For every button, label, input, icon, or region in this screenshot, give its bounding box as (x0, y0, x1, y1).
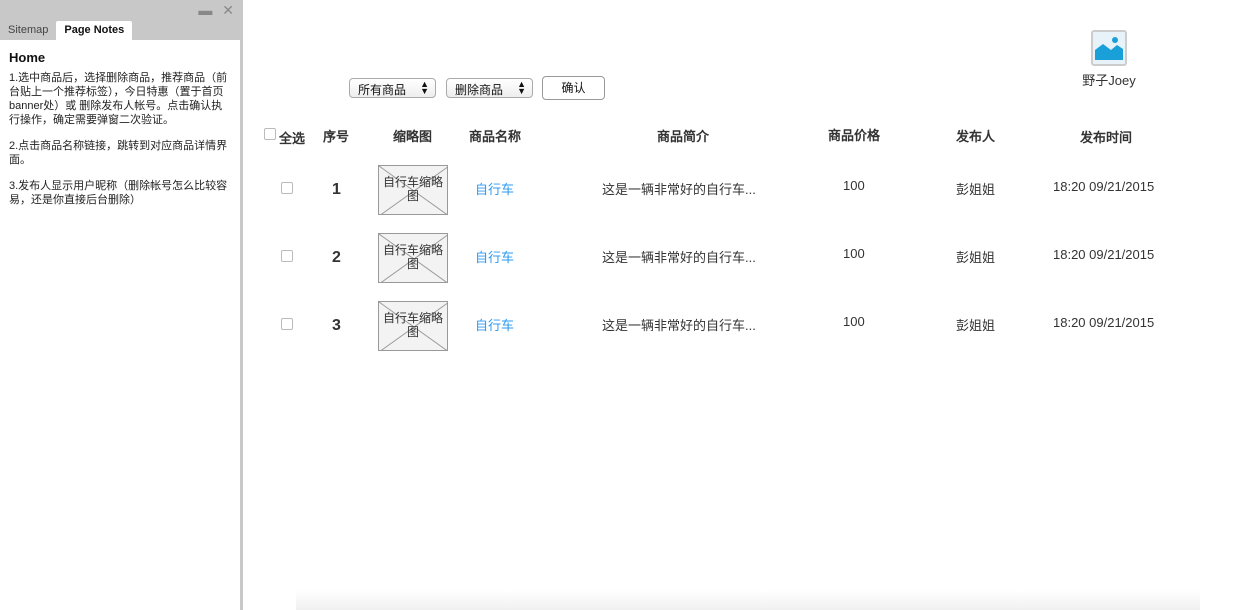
confirm-button[interactable]: 确认 (542, 76, 605, 100)
product-name-link[interactable]: 自行车 (475, 315, 514, 334)
note-item: 2.点击商品名称链接，跳转到对应商品详情界面。 (9, 140, 228, 166)
select-arrow-icon: ▲ ▼ (517, 79, 526, 96)
note-item: 3.发布人显示用户昵称（删除帐号怎么比较容易，还是你直接后台删除） (9, 180, 228, 206)
header-index: 序号 (323, 129, 350, 144)
row-checkbox[interactable] (281, 182, 293, 194)
notes-content: Home 1.选中商品后，选择删除商品，推荐商品（前台贴上一个推荐标签），今日特… (0, 40, 240, 227)
row-index: 1 (332, 181, 341, 198)
bottom-shadow (296, 590, 1200, 610)
panel-topbar: ▬ ✕ Sitemap Page Notes (0, 0, 240, 40)
row-checkbox[interactable] (281, 250, 293, 262)
page-notes-panel: ▬ ✕ Sitemap Page Notes Home 1.选中商品后，选择删除… (0, 0, 243, 610)
row-index: 2 (332, 249, 341, 266)
close-icon[interactable]: ✕ (222, 2, 234, 19)
page-title: Home (9, 50, 46, 65)
row-checkbox[interactable] (281, 318, 293, 330)
product-name-link[interactable]: 自行车 (475, 247, 514, 266)
product-price: 100 (843, 178, 865, 193)
username: 野子Joey (1082, 73, 1136, 88)
product-thumbnail: 自行车缩略图 (378, 233, 448, 283)
header-thumb: 缩略图 (393, 129, 433, 144)
publisher-name: 彭姐姐 (956, 182, 996, 197)
note-item: 1.选中商品后，选择删除商品，推荐商品（前台贴上一个推荐标签），今日特惠（置于首… (9, 72, 228, 126)
user-profile[interactable]: 野子Joey (1074, 30, 1144, 89)
product-name-link[interactable]: 自行车 (475, 179, 514, 198)
header-price: 商品价格 (828, 128, 881, 143)
publisher-name: 彭姐姐 (956, 318, 996, 333)
tab-page-notes[interactable]: Page Notes (56, 21, 133, 40)
header-time: 发布时间 (1080, 130, 1133, 145)
header-desc: 商品简介 (657, 129, 710, 144)
header-select-all: 全选 (279, 131, 306, 146)
window-controls: ▬ ✕ (192, 2, 234, 19)
product-desc: 这是一辆非常好的自行车... (602, 318, 756, 333)
tab-sitemap[interactable]: Sitemap (0, 21, 56, 40)
select-arrow-icon: ▲ ▼ (420, 79, 429, 96)
publish-time: 18:20 09/21/2015 (1053, 247, 1155, 262)
header-name: 商品名称 (469, 129, 522, 144)
product-desc: 这是一辆非常好的自行车... (602, 250, 756, 265)
publisher-name: 彭姐姐 (956, 250, 996, 265)
action-select[interactable]: 删除商品 ▲ ▼ (446, 78, 533, 98)
header-publisher: 发布人 (956, 129, 996, 144)
product-price: 100 (843, 314, 865, 329)
product-desc: 这是一辆非常好的自行车... (602, 182, 756, 197)
publish-time: 18:20 09/21/2015 (1053, 315, 1155, 330)
filter-select-value: 所有商品 (358, 83, 407, 97)
thumbnail-label: 自行车缩略图 (382, 175, 443, 203)
product-thumbnail: 自行车缩略图 (378, 165, 448, 215)
minimize-icon[interactable]: ▬ (198, 2, 212, 18)
thumbnail-label: 自行车缩略图 (382, 243, 443, 271)
thumbnail-label: 自行车缩略图 (382, 311, 443, 339)
filter-select[interactable]: 所有商品 ▲ ▼ (349, 78, 436, 98)
panel-tabs: Sitemap Page Notes (0, 21, 133, 40)
publish-time: 18:20 09/21/2015 (1053, 179, 1155, 194)
row-index: 3 (332, 317, 341, 334)
action-select-value: 删除商品 (455, 83, 504, 97)
product-price: 100 (843, 246, 865, 261)
product-thumbnail: 自行车缩略图 (378, 301, 448, 351)
avatar-image-icon (1091, 30, 1127, 66)
select-all-checkbox[interactable] (264, 128, 276, 140)
main-area: 所有商品 ▲ ▼ 删除商品 ▲ ▼ 确认 野子Joey 全选 序号 缩略图 商品名称… (246, 0, 1240, 610)
